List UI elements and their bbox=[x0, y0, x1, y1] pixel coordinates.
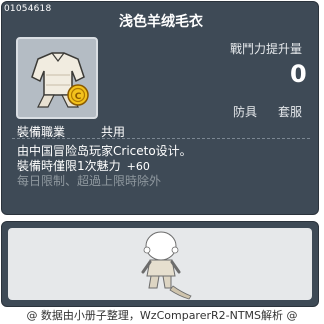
gold-coin-icon: C bbox=[67, 84, 89, 106]
footer-credit: @ 数据由小册子整理，WzComparerR2-NTMS解析 @ bbox=[26, 309, 298, 322]
item-category: 防具 bbox=[233, 105, 258, 119]
item-icon-frame: C bbox=[16, 37, 98, 119]
character-preview-figure bbox=[141, 231, 192, 300]
upgrade-label: 戰鬥力提升量 bbox=[230, 42, 303, 56]
beige-cashmere-sweater-icon: C bbox=[31, 52, 89, 108]
upgrade-value: 0 bbox=[290, 60, 307, 88]
svg-text:C: C bbox=[75, 92, 82, 102]
divider bbox=[12, 138, 310, 139]
character-preview-card bbox=[1, 221, 319, 307]
limit-note: 每日限制、超過上限時除外 bbox=[17, 174, 162, 188]
item-slot: 套服 bbox=[278, 105, 303, 119]
stat-text: 裝備時僅限1次魅力 bbox=[17, 159, 121, 173]
item-name: 浅色羊绒毛衣 bbox=[119, 14, 203, 30]
item-tooltip-card: 01054618 浅色羊绒毛衣 C 戰鬥力提升量 0 防具 套服 裝備職業 共用… bbox=[1, 1, 319, 215]
character-preview-area bbox=[8, 228, 312, 300]
